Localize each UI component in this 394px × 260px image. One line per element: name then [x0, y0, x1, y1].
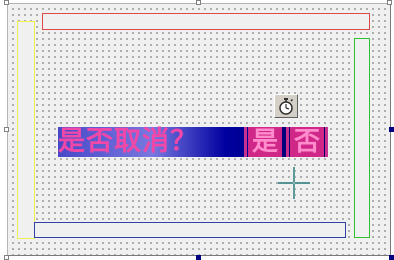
- resize-handle-top-left[interactable]: [4, 0, 9, 5]
- prompt-text: 是否取消？: [58, 126, 198, 157]
- stopwatch-icon: [279, 98, 294, 115]
- top-panel[interactable]: [42, 13, 370, 30]
- right-panel[interactable]: [354, 38, 370, 238]
- bottom-panel[interactable]: [34, 222, 346, 238]
- resize-handle-middle-right[interactable]: [389, 127, 394, 132]
- resize-handle-bottom-center[interactable]: [196, 255, 201, 260]
- choice-separator: [286, 127, 289, 157]
- timer-component[interactable]: [274, 94, 298, 118]
- choice-separator: [244, 127, 247, 157]
- resize-handle-bottom-left[interactable]: [4, 255, 9, 260]
- choice-separator: [325, 127, 328, 157]
- resize-handle-top-center[interactable]: [196, 0, 201, 5]
- resize-handle-bottom-right[interactable]: [389, 255, 394, 260]
- resize-handle-top-right[interactable]: [387, 0, 392, 5]
- no-button[interactable]: 否: [290, 127, 324, 157]
- left-panel[interactable]: [17, 21, 35, 239]
- crosshair-cursor-icon: [278, 167, 310, 199]
- resize-handle-middle-left[interactable]: [4, 127, 9, 132]
- yes-button[interactable]: 是: [248, 127, 282, 157]
